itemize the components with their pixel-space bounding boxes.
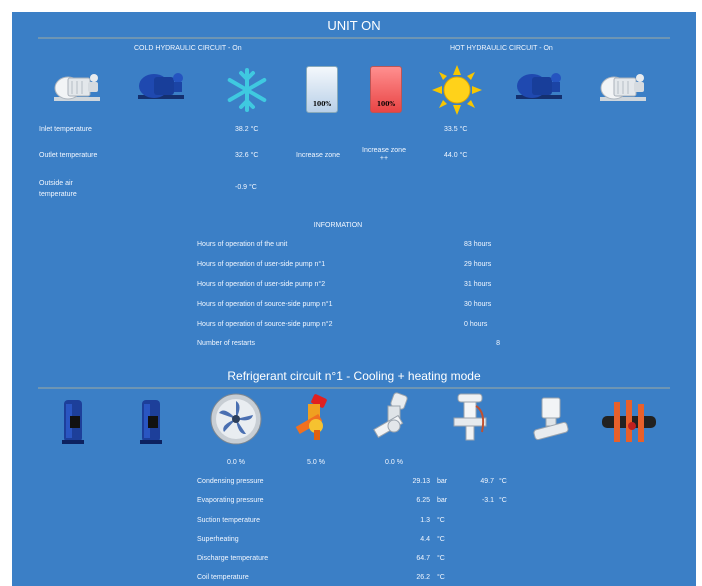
info-value-source-pump1: 30 hours xyxy=(464,301,492,308)
coil-temperature-label: Coil temperature xyxy=(197,574,249,581)
unit-panel: UNIT ON COLD HYDRAULIC CIRCUIT - On HOT … xyxy=(12,12,696,586)
solenoid-valve-icon[interactable] xyxy=(532,396,572,444)
superheating-label: Superheating xyxy=(197,536,239,543)
sun-icon xyxy=(432,65,482,115)
evaporating-pressure-value: 6.25 xyxy=(416,497,430,504)
coil-temperature-value: 26.2 xyxy=(416,574,430,581)
cold-circuit-title: COLD HYDRAULIC CIRCUIT - On xyxy=(134,45,242,52)
cold-pump-icon[interactable] xyxy=(54,72,100,102)
condensing-pressure-label: Condensing pressure xyxy=(197,478,264,485)
outside-air-line1: Outside air xyxy=(39,180,73,187)
page-title: UNIT ON xyxy=(327,18,381,33)
coil-temperature-unit: °C xyxy=(437,574,445,581)
discharge-temperature-label: Discharge temperature xyxy=(197,555,269,562)
evaporating-temp-value: -3.1 xyxy=(481,497,494,504)
outside-air-value: -0.9 °C xyxy=(235,184,257,191)
compressor-2-icon[interactable] xyxy=(140,398,164,446)
snowflake-icon xyxy=(227,68,267,112)
outlet-temperature-label: Outlet temperature xyxy=(39,152,98,159)
suction-temperature-unit: °C xyxy=(437,517,445,524)
info-label-user-pump2: Hours of operation of user-side pump n°2 xyxy=(197,281,326,288)
hot-pump-icon[interactable] xyxy=(516,70,562,100)
hot-gauge-label: 100% xyxy=(376,101,396,108)
info-value-user-pump2: 31 hours xyxy=(464,281,492,288)
increase-zone-2-label: Increase zone ++ xyxy=(356,147,412,162)
refrigerant-title: Refrigerant circuit n°1 - Cooling + heat… xyxy=(227,369,481,383)
cold-gauge-icon: 100% xyxy=(306,66,338,113)
increase-zone-2-line1: Increase zone xyxy=(362,147,406,154)
fan-percentage: 0.0 % xyxy=(227,459,245,466)
info-value-unit-hours: 83 hours xyxy=(464,241,492,248)
outside-air-temperature-label: Outside air temperature xyxy=(39,178,77,200)
cold-gauge-label: 100% xyxy=(312,101,332,108)
cold-outlet-value: 32.6 °C xyxy=(235,152,259,159)
increase-zone-label: Increase zone xyxy=(296,152,340,159)
evaporating-pressure-label: Evaporating pressure xyxy=(197,497,264,504)
inlet-temperature-label: Inlet temperature xyxy=(39,126,92,133)
expansion-valve-percentage: 5.0 % xyxy=(307,459,325,466)
header-divider xyxy=(38,37,670,39)
condensing-pressure-value: 29.13 xyxy=(412,478,430,485)
info-value-user-pump1: 29 hours xyxy=(464,261,492,268)
thermostatic-valve-icon[interactable] xyxy=(452,392,488,446)
valve-percentage: 0.0 % xyxy=(385,459,403,466)
suction-temperature-label: Suction temperature xyxy=(197,517,261,524)
compressor-1-icon[interactable] xyxy=(62,398,86,446)
condensing-temp-unit: °C xyxy=(499,478,507,485)
fan-icon[interactable] xyxy=(210,393,262,445)
cold-inlet-value: 38.2 °C xyxy=(235,126,259,133)
pipe-heater-icon[interactable] xyxy=(602,400,656,444)
info-value-source-pump2: 0 hours xyxy=(464,321,488,328)
info-label-unit-hours: Hours of operation of the unit xyxy=(197,241,288,248)
condensing-temp-value: 49.7 xyxy=(480,478,494,485)
evaporating-temp-unit: °C xyxy=(499,497,507,504)
info-value-restarts: 8 xyxy=(496,340,500,347)
info-label-source-pump2: Hours of operation of source-side pump n… xyxy=(197,321,333,328)
hot-inlet-value: 33.5 °C xyxy=(444,126,468,133)
discharge-temperature-value: 64.7 xyxy=(416,555,430,562)
cold-pump-2-icon[interactable] xyxy=(138,70,184,100)
information-title: INFORMATION xyxy=(313,222,363,229)
discharge-temperature-unit: °C xyxy=(437,555,445,562)
info-label-user-pump1: Hours of operation of user-side pump n°1 xyxy=(197,261,326,268)
suction-temperature-value: 1.3 xyxy=(420,517,430,524)
hot-outlet-value: 44.0 °C xyxy=(444,152,468,159)
evaporating-pressure-unit: bar xyxy=(437,497,448,504)
superheating-value: 4.4 xyxy=(420,536,430,543)
condensing-pressure-unit: bar xyxy=(437,478,448,485)
info-label-restarts: Number of restarts xyxy=(197,340,255,347)
refrigerant-divider xyxy=(38,387,670,389)
hot-pump-2-icon[interactable] xyxy=(600,72,646,102)
hot-gauge-icon: 100% xyxy=(370,66,402,113)
valve-icon[interactable] xyxy=(372,392,416,444)
hot-circuit-title: HOT HYDRAULIC CIRCUIT - On xyxy=(450,45,553,52)
outside-air-line2: temperature xyxy=(39,191,77,198)
info-label-source-pump1: Hours of operation of source-side pump n… xyxy=(197,301,333,308)
increase-zone-2-line2: ++ xyxy=(379,155,389,162)
expansion-valve-icon[interactable] xyxy=(294,394,338,444)
superheating-unit: °C xyxy=(437,536,445,543)
